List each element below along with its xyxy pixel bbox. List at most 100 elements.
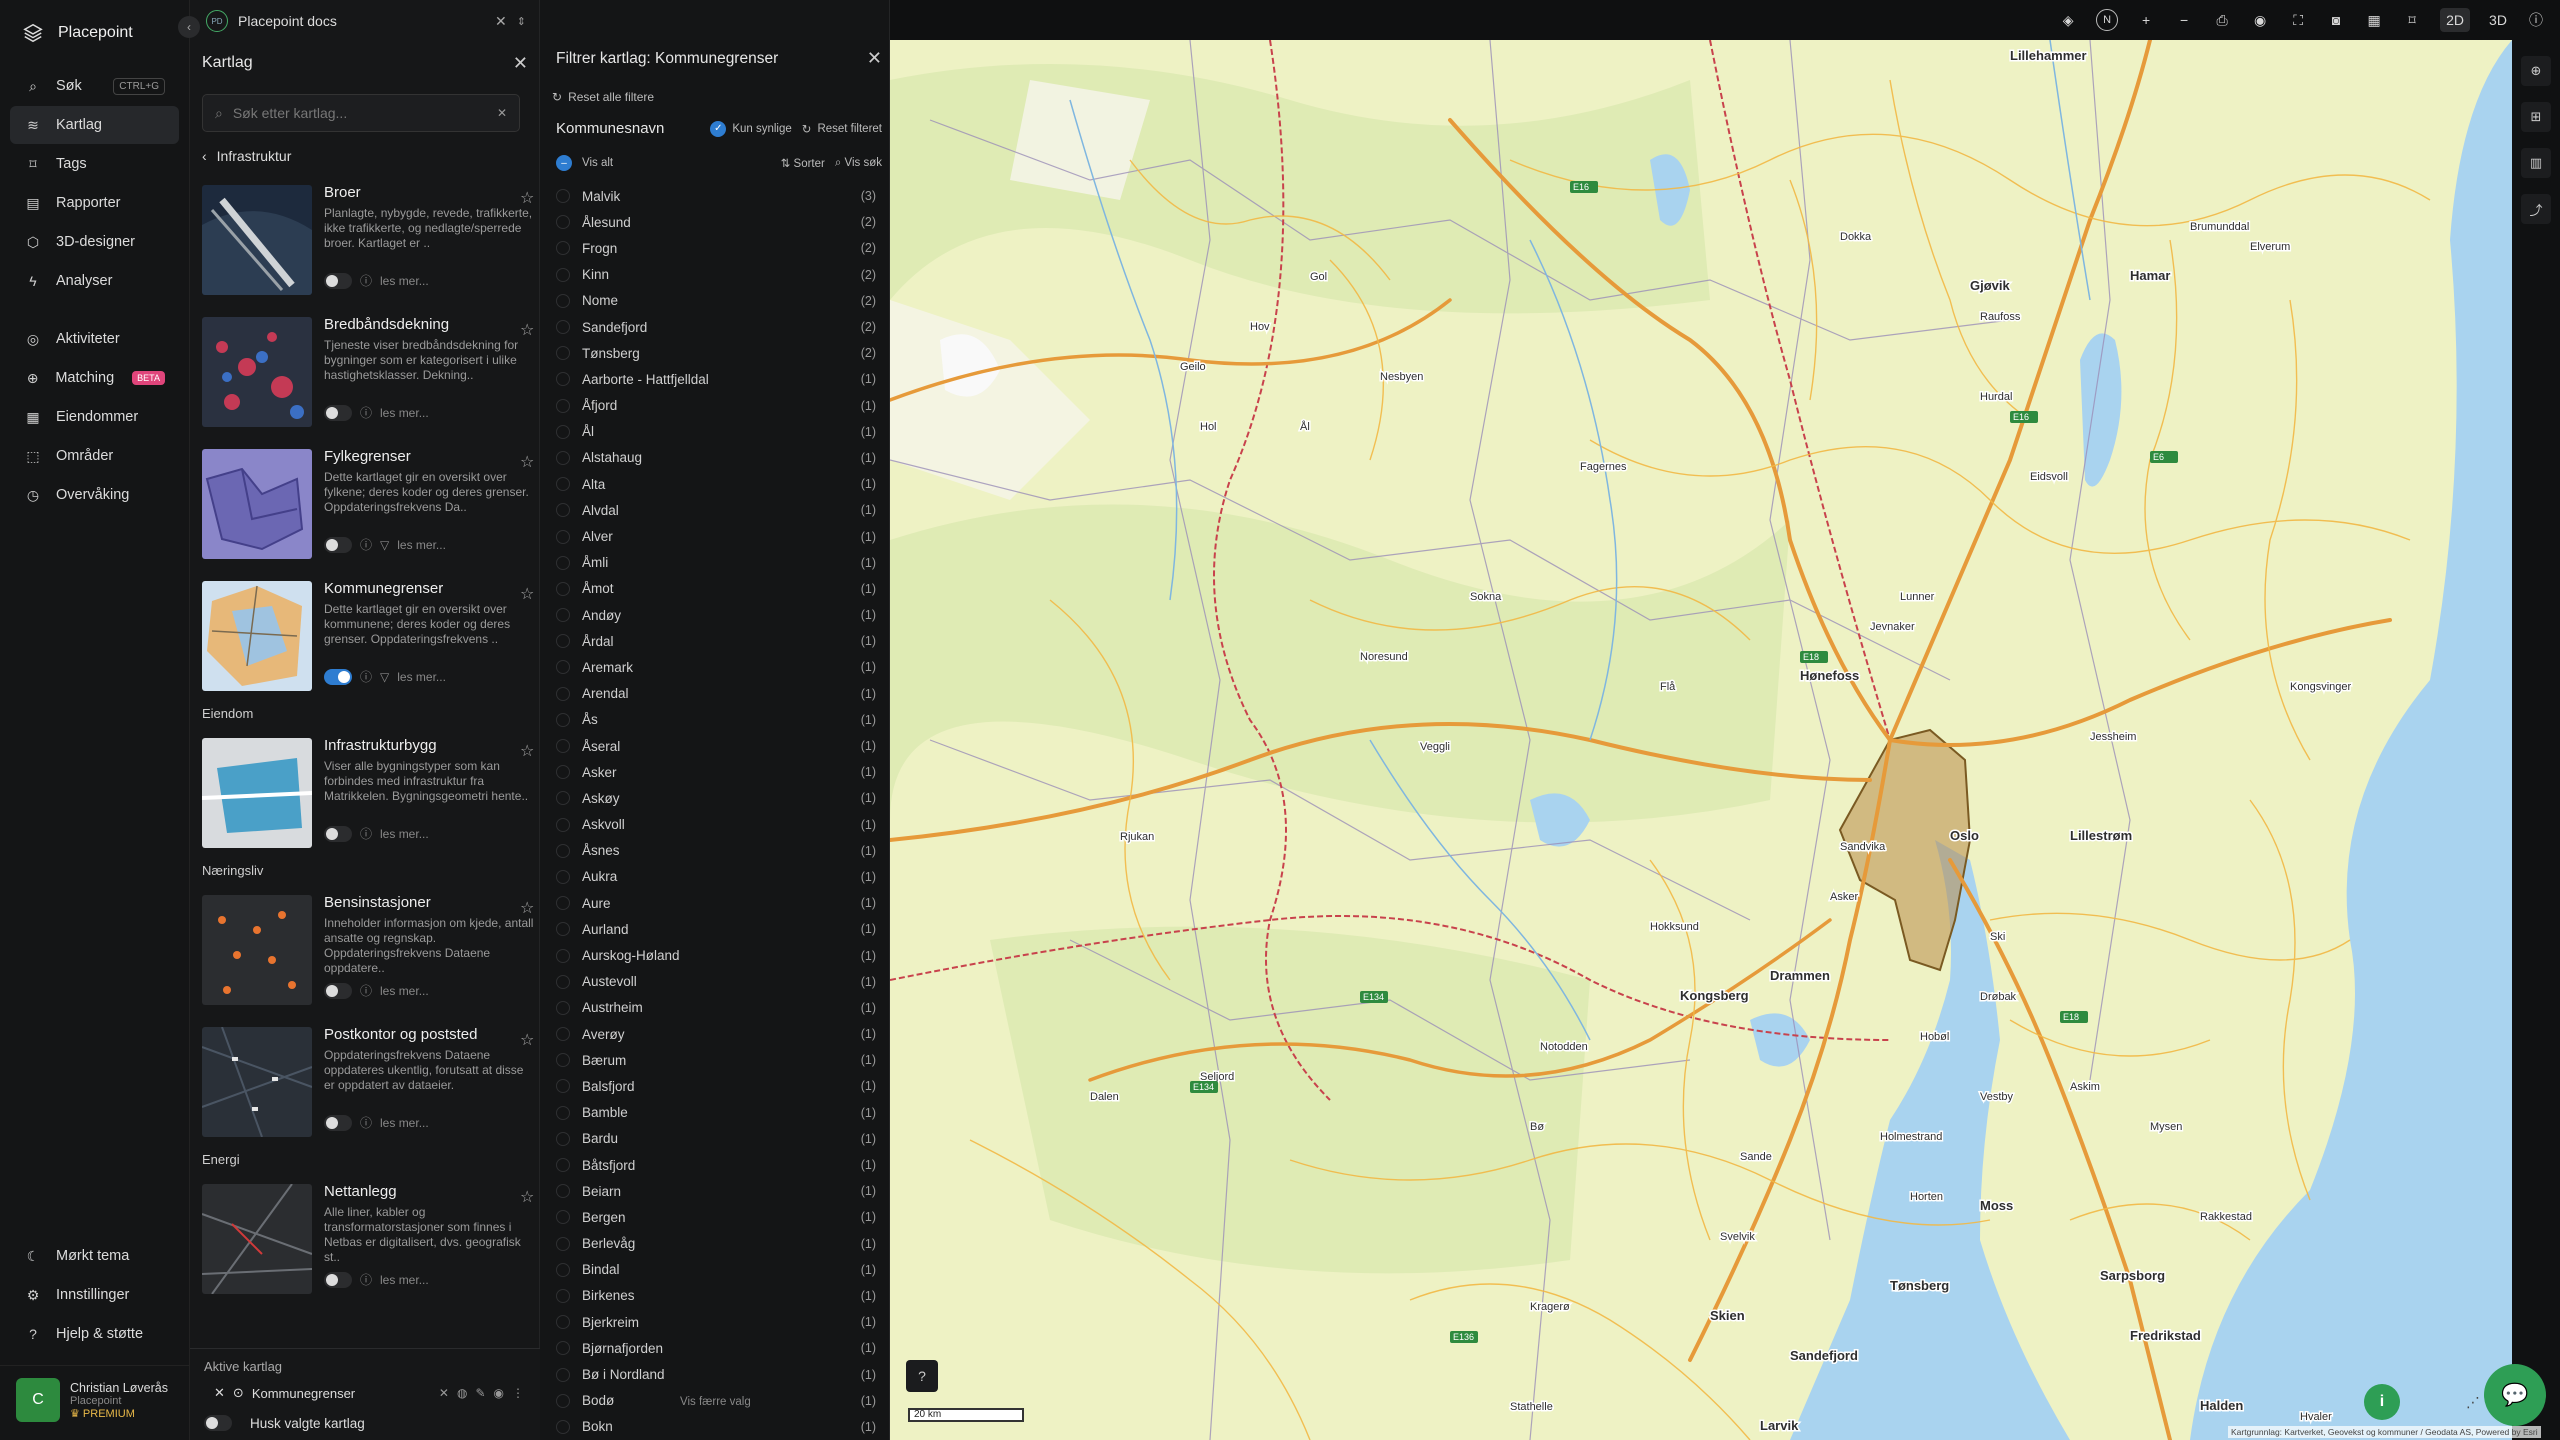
layer-card-bredband[interactable]: Bredbåndsdekning Tjeneste viser bredbånd… [202, 314, 534, 427]
row-checkbox[interactable] [556, 1027, 570, 1042]
info-icon[interactable]: ⓘ [360, 982, 372, 999]
more-icon[interactable]: ⋮ [512, 1386, 524, 1400]
view-3d-button[interactable]: 3D [2488, 8, 2508, 32]
close-filter-icon[interactable]: ✕ [867, 48, 882, 69]
row-checkbox[interactable] [556, 1288, 570, 1303]
filter-row[interactable]: Bjerkreim (1) [556, 1309, 876, 1335]
row-checkbox[interactable] [556, 765, 570, 780]
layers-stack-icon[interactable]: ◈ [2058, 8, 2078, 32]
star-icon[interactable]: ☆ [520, 452, 534, 472]
row-checkbox[interactable] [556, 896, 570, 911]
read-more-link[interactable]: les mer... [380, 984, 429, 998]
filter-row[interactable]: Bærum (1) [556, 1047, 876, 1073]
filter-row[interactable]: Balsfjord (1) [556, 1073, 876, 1099]
filter-row[interactable]: Birkenes (1) [556, 1283, 876, 1309]
filter-row[interactable]: Austrheim (1) [556, 995, 876, 1021]
filter-row[interactable]: Årdal (1) [556, 628, 876, 654]
read-more-link[interactable]: les mer... [380, 1273, 429, 1287]
row-checkbox[interactable] [556, 1053, 570, 1068]
info-icon[interactable]: ⓘ [360, 1271, 372, 1288]
show-fewer-link[interactable]: Vis færre valg [680, 1396, 751, 1408]
bookmark-icon[interactable]: ⌑ [2402, 8, 2422, 32]
row-checkbox[interactable] [556, 398, 570, 413]
layer-toggle[interactable] [324, 404, 352, 421]
row-checkbox[interactable] [556, 477, 570, 492]
filter-remove-icon[interactable]: ✕ [439, 1386, 449, 1400]
row-checkbox[interactable] [556, 267, 570, 282]
read-more-link[interactable]: les mer... [380, 274, 429, 288]
document-tab[interactable]: PD Placepoint docs ✕ ⇕ [206, 6, 526, 36]
chat-button[interactable]: 💬 [2484, 1364, 2546, 1426]
layer-toggle[interactable] [324, 1271, 352, 1288]
show-search-button[interactable]: ⌕ Vis søk [835, 157, 882, 170]
print-icon[interactable]: ⎙ [2212, 8, 2232, 32]
star-icon[interactable]: ☆ [520, 188, 534, 208]
map-help-icon[interactable]: ? [906, 1360, 938, 1392]
filter-row[interactable]: Alta (1) [556, 471, 876, 497]
filter-icon[interactable]: ▽ [380, 538, 389, 552]
remember-toggle[interactable] [204, 1415, 232, 1431]
close-tab-icon[interactable]: ✕ [495, 13, 507, 30]
grid-icon[interactable]: ▦ [2364, 8, 2384, 32]
star-icon[interactable]: ☆ [520, 898, 534, 918]
filter-row[interactable]: Bjørnafjorden (1) [556, 1335, 876, 1361]
eye-icon[interactable]: ◉ [2250, 8, 2270, 32]
filter-row[interactable]: Åfjord (1) [556, 393, 876, 419]
layer-card-nettanlegg[interactable]: Nettanlegg Alle liner, kabler og transfo… [202, 1181, 534, 1294]
row-checkbox[interactable] [556, 1158, 570, 1173]
star-icon[interactable]: ☆ [520, 1030, 534, 1050]
filter-row[interactable]: Bardu (1) [556, 1126, 876, 1152]
layer-card-fylkegrenser[interactable]: Fylkegrenser Dette kartlaget gir en over… [202, 446, 534, 559]
view-2d-button[interactable]: 2D [2440, 8, 2470, 32]
active-layer-row[interactable]: ✕ ⊙ Kommunegrenser ✕ ◍ ✎ ◉ ⋮ [214, 1385, 524, 1401]
filter-row[interactable]: Båtsfjord (1) [556, 1152, 876, 1178]
nav-item-reports[interactable]: ▤ Rapporter [10, 184, 179, 222]
row-checkbox[interactable] [556, 529, 570, 544]
breadcrumb[interactable]: ‹ Infrastruktur [202, 148, 291, 164]
chart-icon[interactable]: ▥ [2521, 148, 2551, 178]
clear-icon[interactable]: ✕ [497, 106, 507, 120]
filter-row[interactable]: Aurland (1) [556, 916, 876, 942]
nav-item-activities[interactable]: ◎ Aktiviteter [10, 320, 179, 358]
filter-row[interactable]: Alver (1) [556, 523, 876, 549]
row-checkbox[interactable] [556, 372, 570, 387]
zoom-out-icon[interactable]: − [2174, 8, 2194, 32]
filter-row[interactable]: Asker (1) [556, 759, 876, 785]
filter-row[interactable]: Aure (1) [556, 890, 876, 916]
palette-icon[interactable]: ◍ [457, 1386, 467, 1400]
info-icon[interactable]: ⓘ [360, 536, 372, 553]
filter-row[interactable]: Aukra (1) [556, 864, 876, 890]
filter-row[interactable]: Ål (1) [556, 419, 876, 445]
reset-filter-button[interactable]: ↻ Reset filteret [802, 122, 882, 136]
reset-all-filters-button[interactable]: ↻ Reset alle filtere [552, 90, 654, 104]
filter-row[interactable]: Tønsberg (2) [556, 340, 876, 366]
filter-row[interactable]: Alvdal (1) [556, 497, 876, 523]
row-checkbox[interactable] [556, 1262, 570, 1277]
nav-item-properties[interactable]: ▦ Eiendommer [10, 398, 179, 436]
nav-item-analyses[interactable]: ϟ Analyser [10, 262, 179, 300]
row-checkbox[interactable] [556, 424, 570, 439]
filter-row[interactable]: Averøy (1) [556, 1021, 876, 1047]
row-checkbox[interactable] [556, 948, 570, 963]
filter-row[interactable]: Aarborte - Hattfjelldal (1) [556, 366, 876, 392]
row-checkbox[interactable] [556, 974, 570, 989]
filter-row[interactable]: Aurskog-Høland (1) [556, 942, 876, 968]
filter-row[interactable]: Ås (1) [556, 707, 876, 733]
nav-item-areas[interactable]: ⬚ Områder [10, 437, 179, 475]
row-checkbox[interactable] [556, 189, 570, 204]
star-icon[interactable]: ☆ [520, 741, 534, 761]
layer-toggle[interactable] [324, 825, 352, 842]
row-checkbox[interactable] [556, 581, 570, 596]
row-checkbox[interactable] [556, 293, 570, 308]
row-checkbox[interactable] [556, 1367, 570, 1382]
read-more-link[interactable]: les mer... [380, 406, 429, 420]
row-checkbox[interactable] [556, 1315, 570, 1330]
filter-row[interactable]: Arendal (1) [556, 681, 876, 707]
row-checkbox[interactable] [556, 922, 570, 937]
filter-icon[interactable]: ▽ [380, 670, 389, 684]
sort-button[interactable]: ⇅ Sorter [781, 156, 825, 170]
filter-row[interactable]: Bindal (1) [556, 1257, 876, 1283]
layer-card-bensinstasjoner[interactable]: Bensinstasjoner Inneholder informasjon o… [202, 892, 534, 1005]
row-checkbox[interactable] [556, 1419, 570, 1434]
row-checkbox[interactable] [556, 1236, 570, 1251]
